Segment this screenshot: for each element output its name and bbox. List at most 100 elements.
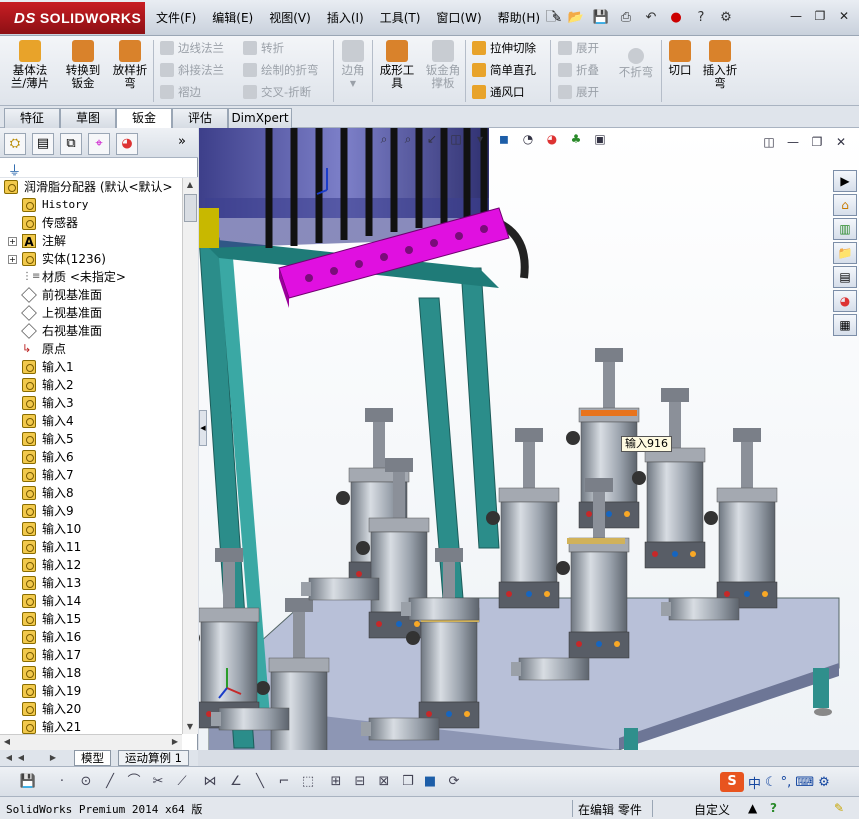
dimxpert-manager-icon[interactable]: ⌖ (88, 133, 110, 155)
sketched-bend-button[interactable]: 绘制的折弯 (241, 60, 319, 80)
undo-icon[interactable]: ↶ (640, 7, 662, 29)
section-view-icon[interactable]: ◫ (446, 129, 466, 149)
menu-edit[interactable]: 编辑(E) (204, 7, 261, 29)
tab-sketch[interactable]: 草图 (60, 108, 116, 128)
slash-icon[interactable]: ╲ (250, 772, 270, 792)
split-view-icon[interactable]: ◫ (759, 132, 779, 152)
menu-file[interactable]: 文件(F) (148, 7, 204, 29)
status-pencil-icon[interactable]: ✎ (834, 801, 844, 815)
horizontal-scrollbar[interactable]: ◀ ▶ (0, 734, 182, 750)
moon-icon[interactable]: ☾ (765, 775, 777, 790)
help-icon[interactable]: ? (690, 7, 712, 29)
scroll-left-icon[interactable]: ◀ (0, 735, 14, 749)
punctuation-icon[interactable]: °, (781, 775, 792, 790)
appearance-icon[interactable]: ◕ (542, 129, 562, 149)
keyboard-icon[interactable]: ⌨ (795, 775, 814, 790)
units-dropdown-icon[interactable]: ▲ (748, 801, 757, 815)
expand-icon[interactable]: + (8, 255, 17, 264)
close-icon[interactable]: ✕ (835, 7, 853, 25)
menu-tools[interactable]: 工具(T) (372, 7, 429, 29)
circle-icon[interactable]: ⊙ (76, 772, 96, 792)
minimize-icon[interactable]: — (787, 7, 805, 25)
menu-view[interactable]: 视图(V) (261, 7, 319, 29)
ime-mode[interactable]: 中 (748, 773, 761, 792)
open-icon[interactable]: 📂 (565, 7, 587, 29)
trim-icon[interactable]: ✂ (148, 772, 168, 792)
cross-break-button[interactable]: 交叉-折断 (241, 82, 311, 102)
property-manager-icon[interactable]: ▤ (32, 133, 54, 155)
edge-flange-button[interactable]: 边线法兰 (158, 38, 224, 58)
expand-panel-icon[interactable]: » (178, 134, 186, 149)
angle-icon[interactable]: ∠ (226, 772, 246, 792)
tab-dimxpert[interactable]: DimXpert (228, 108, 292, 128)
corner-rect-icon[interactable]: ⌐ (274, 772, 294, 792)
sogou-logo[interactable]: S (720, 772, 744, 792)
vent-button[interactable]: 通风口 (470, 82, 525, 102)
status-help-icon[interactable]: ? (770, 801, 777, 815)
tab-motion-study[interactable]: 运动算例 1 (118, 750, 189, 766)
traffic-light-icon[interactable]: ● (665, 7, 687, 29)
configuration-manager-icon[interactable]: ⧉ (60, 133, 82, 155)
print-icon[interactable]: ⎙ (615, 7, 637, 29)
flatten-button[interactable]: 展开 (556, 82, 599, 102)
forming-tool-button[interactable]: 成形工 具 (375, 40, 419, 90)
ime-settings-icon[interactable]: ⚙ (818, 775, 830, 790)
lofted-bend-button[interactable]: 放样折 弯 (110, 40, 150, 90)
box-icon[interactable]: ❒ (398, 772, 418, 792)
appearances-icon[interactable]: ◕ (833, 290, 857, 312)
display-style-icon[interactable]: ◼ (494, 129, 514, 149)
arc-icon[interactable]: ⌒ (124, 772, 144, 792)
view-palette-icon[interactable]: ▤ (833, 266, 857, 288)
new-icon[interactable]: 🗋 (540, 7, 562, 29)
grid-icon[interactable]: ⊟ (350, 772, 370, 792)
restore-icon[interactable]: ❐ (811, 7, 829, 25)
miter-flange-button[interactable]: 斜接法兰 (158, 60, 224, 80)
task-pane-expand-icon[interactable]: ▶ (833, 170, 857, 192)
file-explorer-icon[interactable]: 📁 (833, 242, 857, 264)
feature-tree-icon[interactable]: ⛭ (4, 133, 26, 155)
hem-button[interactable]: 褶边 (158, 82, 201, 102)
scroll-down-icon[interactable]: ▼ (183, 720, 197, 734)
viewport-close-icon[interactable]: ✕ (831, 132, 851, 152)
convert-to-sheet-metal-button[interactable]: 转换到 钣金 (58, 40, 108, 90)
filter-icon[interactable]: ⏚ (8, 160, 21, 179)
unfold-button[interactable]: 展开 (556, 38, 599, 58)
line-icon[interactable]: ╱ (100, 772, 120, 792)
relations-icon[interactable]: ⊠ (374, 772, 394, 792)
custom-properties-icon[interactable]: ▦ (833, 314, 857, 336)
insert-bends-button[interactable]: 插入折 弯 (698, 40, 742, 90)
panel-collapse-handle[interactable]: ◀ (199, 410, 207, 446)
rebuild-icon[interactable]: ⟳ (444, 772, 464, 792)
scroll-thumb[interactable] (184, 194, 197, 222)
viewport-minimize-icon[interactable]: — (783, 132, 803, 152)
tab-prev-icon[interactable]: ◀ (14, 751, 28, 765)
scroll-up-icon[interactable]: ▲ (183, 178, 197, 192)
display-manager-icon[interactable]: ◕ (116, 133, 138, 155)
save-icon[interactable]: 💾 (590, 7, 612, 29)
vertical-scrollbar[interactable]: ▲ ▼ (182, 178, 198, 734)
zoom-to-fit-icon[interactable]: ⌕ (374, 129, 394, 149)
fold-button[interactable]: 折叠 (556, 60, 599, 80)
solidworks-resources-icon[interactable]: ⌂ (833, 194, 857, 216)
viewport-restore-icon[interactable]: ❐ (807, 132, 827, 152)
graphics-area[interactable]: ⌕ ⌕ ↙ ◫ ▾ ◼ ◔ ◕ ♣ ▣ ◫ — ❐ ✕ ▶ ⌂ ▥ 📁 ▤ ◕ … (199, 128, 859, 750)
sheet-metal-gusset-button[interactable]: 钣金角 撑板 (421, 40, 465, 90)
save-sketch-icon[interactable]: 💾 (18, 772, 38, 792)
view-settings-icon[interactable]: ▣ (590, 129, 610, 149)
solidworks-logo[interactable]: DS SOLIDWORKS (0, 2, 145, 34)
extruded-cut-button[interactable]: 拉伸切除 (470, 38, 536, 58)
solid-box-icon[interactable]: ■ (420, 772, 440, 792)
design-library-icon[interactable]: ▥ (833, 218, 857, 240)
tab-model[interactable]: 模型 (74, 750, 111, 766)
dimension-icon[interactable]: ⊞ (326, 772, 346, 792)
no-bends-button[interactable]: 不折弯 (612, 48, 660, 79)
rip-button[interactable]: 切口 (664, 40, 696, 77)
tab-sheet-metal[interactable]: 钣金 (116, 108, 172, 129)
base-flange-button[interactable]: 基体法 兰/薄片 (6, 40, 54, 90)
hide-show-icon[interactable]: ◔ (518, 129, 538, 149)
corners-button[interactable]: 边角 ▼ (337, 40, 369, 90)
options-icon[interactable]: ⚙ (715, 7, 737, 29)
menu-insert[interactable]: 插入(I) (319, 7, 372, 29)
expand-icon[interactable]: + (8, 237, 17, 246)
point-icon[interactable]: · (52, 772, 72, 792)
